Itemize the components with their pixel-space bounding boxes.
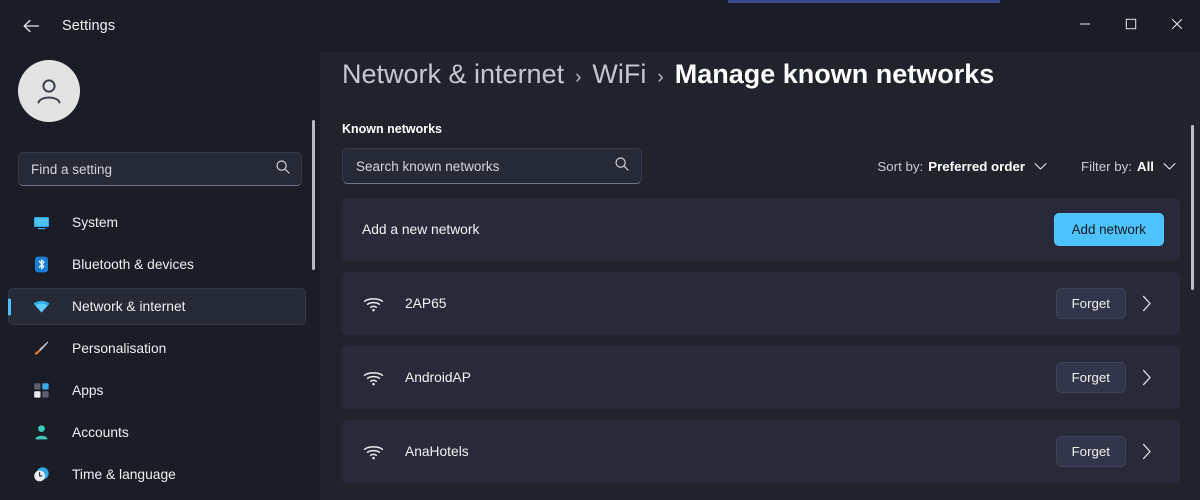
sidebar-item-network-internet[interactable]: Network & internet [8, 288, 306, 325]
sidebar-item-accounts[interactable]: Accounts [8, 414, 306, 451]
sidebar-item-label: Bluetooth & devices [72, 257, 194, 272]
person-icon [30, 423, 52, 443]
arrow-left-icon [22, 18, 41, 34]
search-icon [275, 159, 291, 180]
wifi-icon [360, 296, 386, 312]
maximize-button[interactable] [1108, 0, 1154, 48]
forget-button[interactable]: Forget [1055, 362, 1126, 393]
breadcrumb: Network & internet › WiFi › Manage known… [342, 59, 994, 90]
maximize-icon [1125, 18, 1137, 30]
network-row-androidap[interactable]: AndroidAP Forget [342, 346, 1180, 409]
monitor-icon [30, 213, 52, 233]
clock-icon [30, 465, 52, 485]
sidebar-item-label: Apps [72, 383, 104, 398]
add-new-network-label: Add a new network [362, 222, 480, 237]
sort-filter-group: Sort by: Preferred order Filter by: All [873, 148, 1180, 184]
chevron-right-icon[interactable] [1130, 443, 1164, 460]
toolbar-row: Sort by: Preferred order Filter by: All [342, 148, 1180, 184]
sidebar-item-bluetooth-devices[interactable]: Bluetooth & devices [8, 246, 306, 283]
sort-by-dropdown[interactable]: Sort by: Preferred order [873, 155, 1051, 178]
sidebar-item-time-language[interactable]: Time & language [8, 456, 306, 493]
wifi-icon [360, 444, 386, 460]
breadcrumb-separator: › [657, 67, 664, 88]
chevron-down-icon [1034, 159, 1047, 174]
sort-by-value: Preferred order [928, 158, 1026, 174]
find-a-setting-input[interactable] [31, 161, 269, 177]
filter-by-dropdown[interactable]: Filter by: All [1077, 155, 1180, 178]
network-row-anahotels[interactable]: AnaHotels Forget [342, 420, 1180, 483]
filter-by-label: Filter by: [1081, 158, 1132, 174]
add-network-button[interactable]: Add network [1053, 213, 1164, 246]
sidebar-item-label: System [72, 215, 118, 230]
window-top-accent-line [728, 0, 1000, 3]
sidebar-item-label: Time & language [72, 467, 176, 482]
wifi-icon [30, 297, 52, 317]
bluetooth-icon [30, 255, 52, 275]
window-controls [1062, 0, 1200, 48]
title-bar-left: Settings [0, 0, 115, 52]
add-new-network-card: Add a new network Add network [342, 198, 1180, 261]
sidebar-item-personalisation[interactable]: Personalisation [8, 330, 306, 367]
forget-button[interactable]: Forget [1055, 288, 1126, 319]
close-icon [1171, 18, 1183, 30]
network-name: 2AP65 [405, 296, 447, 311]
forget-button[interactable]: Forget [1055, 436, 1126, 467]
apps-grid-icon [30, 381, 52, 401]
sidebar-item-label: Network & internet [72, 299, 186, 314]
sort-by-label: Sort by: [877, 158, 924, 174]
sidebar-scrollbar[interactable] [312, 120, 315, 270]
search-known-networks-box[interactable] [342, 148, 642, 184]
sidebar: System Bluetooth & devices [0, 52, 320, 500]
sidebar-item-apps[interactable]: Apps [8, 372, 306, 409]
chevron-right-icon[interactable] [1130, 369, 1164, 386]
wifi-icon [360, 370, 386, 386]
network-name: AnaHotels [405, 444, 469, 459]
sidebar-item-label: Personalisation [72, 341, 167, 356]
sidebar-search-box[interactable] [18, 152, 302, 186]
title-bar: Settings [0, 0, 1200, 52]
breadcrumb-item-network-internet[interactable]: Network & internet [342, 59, 564, 90]
close-button[interactable] [1154, 0, 1200, 48]
sidebar-item-label: Accounts [72, 425, 129, 440]
minimize-button[interactable] [1062, 0, 1108, 48]
sidebar-item-system[interactable]: System [8, 204, 306, 241]
section-heading-known-networks: Known networks [342, 122, 443, 136]
chevron-right-icon[interactable] [1130, 295, 1164, 312]
minimize-icon [1079, 18, 1091, 30]
sidebar-nav: System Bluetooth & devices Network & int… [0, 204, 320, 500]
main-content: Network & internet › WiFi › Manage known… [320, 52, 1200, 500]
avatar[interactable] [18, 60, 80, 122]
network-name: AndroidAP [405, 370, 471, 385]
search-known-networks-input[interactable] [356, 158, 608, 174]
page-title: Manage known networks [674, 59, 995, 89]
networks-list: Add a new network Add network 2AP65 Forg… [342, 198, 1180, 494]
app-title: Settings [62, 18, 116, 34]
network-row-2ap65[interactable]: 2AP65 Forget [342, 272, 1180, 335]
user-avatar-icon [31, 73, 67, 109]
filter-by-value: All [1137, 158, 1154, 174]
paintbrush-icon [30, 339, 52, 359]
content-scrollbar[interactable] [1191, 125, 1194, 290]
breadcrumb-separator: › [575, 67, 582, 88]
back-button[interactable] [14, 9, 48, 43]
chevron-down-icon [1163, 159, 1176, 174]
search-icon [614, 156, 630, 177]
settings-window: Settings Find a setting System Bluetooth… [0, 0, 1200, 500]
breadcrumb-item-wifi[interactable]: WiFi [592, 59, 646, 90]
